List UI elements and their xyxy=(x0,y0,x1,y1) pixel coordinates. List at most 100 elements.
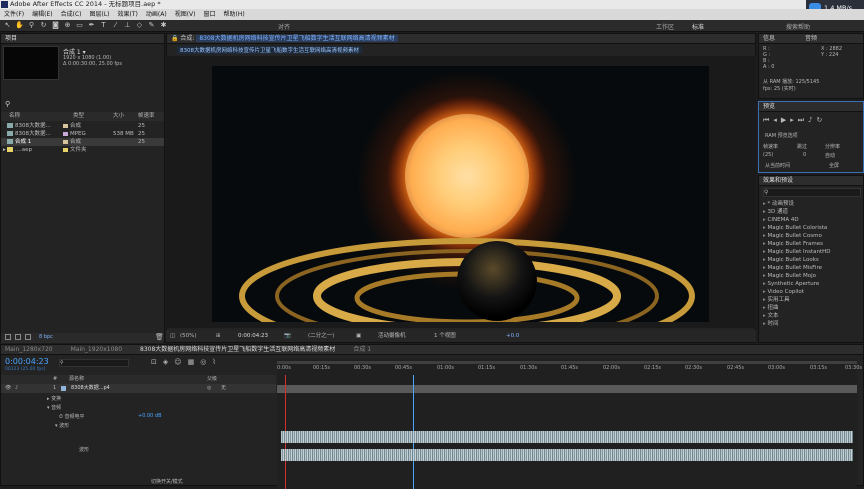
shy-icon[interactable]: ☺ xyxy=(174,358,187,366)
search-help-field[interactable]: 搜索帮助 xyxy=(786,22,810,31)
layer-row[interactable]: 👁 ♪ 1 8308大数据...p4 ◎ 无 xyxy=(1,384,276,393)
menu-window[interactable]: 窗口 xyxy=(199,9,219,20)
fullscreen-checkbox[interactable]: 全屏 xyxy=(829,162,839,169)
prop-transform[interactable]: ▸ 变换 xyxy=(47,395,85,404)
effects-tab[interactable]: 效果和预设 xyxy=(759,176,863,186)
safe-zones-icon[interactable]: ⊞ xyxy=(216,330,221,342)
from-current-time-checkbox[interactable]: 从当前时间 xyxy=(765,162,790,169)
list-item[interactable]: Magic Bullet Colorista xyxy=(759,224,863,232)
effects-search-input[interactable]: ⚲ xyxy=(763,188,861,197)
list-item[interactable]: 3D 通道 xyxy=(759,208,863,216)
rectangle-tool-icon[interactable]: ▭ xyxy=(75,21,84,30)
eye-icon[interactable]: 👁 xyxy=(5,384,11,393)
eraser-tool-icon[interactable]: ◇ xyxy=(135,21,144,30)
pen-tool-icon[interactable]: ✒ xyxy=(87,21,96,30)
timeline-current-time[interactable]: 0:00:04:23 xyxy=(5,357,49,366)
prop-audio-levels[interactable]: ⏱ 音频电平 xyxy=(47,413,85,422)
list-item[interactable]: Magic Bullet MisFire xyxy=(759,264,863,272)
time-ruler[interactable]: 0:00s 00:15s 00:30s 00:45s 01:00s 01:15s… xyxy=(277,365,862,373)
interpret-footage-icon[interactable] xyxy=(5,334,11,340)
snapshot-icon[interactable]: 📷 xyxy=(284,330,291,342)
resolution-select[interactable]: (二分之一) xyxy=(308,330,334,342)
tab-comp-1[interactable]: 合成 1 xyxy=(353,345,371,354)
ram-preview-options[interactable]: RAM 预览选项 xyxy=(765,132,798,139)
hand-tool-icon[interactable]: ✋ xyxy=(15,21,24,30)
puppet-tool-icon[interactable]: ✱ xyxy=(159,21,168,30)
menu-view[interactable]: 视图(V) xyxy=(171,9,200,20)
camera-tool-icon[interactable]: ◙ xyxy=(51,21,60,30)
list-item[interactable]: 合成 1 合成 25 xyxy=(1,138,164,146)
layer-name[interactable]: 8308大数据...p4 xyxy=(71,384,110,393)
views-select[interactable]: 1 个视图 xyxy=(434,330,456,342)
layer-bar[interactable] xyxy=(277,385,857,393)
prop-audio[interactable]: ▾ 音频 xyxy=(47,404,85,413)
pan-behind-tool-icon[interactable]: ⊕ xyxy=(63,21,72,30)
zoom-select[interactable]: (50%) xyxy=(180,330,197,342)
new-composition-icon[interactable] xyxy=(25,334,31,340)
list-item[interactable]: Magic Bullet Mojo xyxy=(759,272,863,280)
new-folder-icon[interactable] xyxy=(15,334,21,340)
col-type[interactable]: 类型 xyxy=(73,112,84,121)
list-item[interactable]: Magic Bullet InstantHD xyxy=(759,248,863,256)
zoom-tool-icon[interactable]: ⚲ xyxy=(27,21,36,30)
prop-waveform[interactable]: ▾ 波形 xyxy=(47,422,85,431)
frame-blending-icon[interactable]: ▦ xyxy=(188,358,201,366)
trash-icon[interactable]: 🗑 xyxy=(155,333,164,341)
rotate-tool-icon[interactable]: ↻ xyxy=(39,21,48,30)
menu-file[interactable]: 文件(F) xyxy=(0,9,28,20)
audio-level-value[interactable]: +0.00 dB xyxy=(138,413,162,419)
lock-icon[interactable]: 🔒 xyxy=(171,35,178,42)
list-item[interactable]: ▸ ....aep 文件夹 xyxy=(1,146,164,154)
roto-brush-tool-icon[interactable]: ✎ xyxy=(147,21,156,30)
col-size[interactable]: 大小 xyxy=(113,112,124,121)
timeline-search-input[interactable]: ⚲ xyxy=(59,359,129,367)
next-frame-icon[interactable]: ▸ xyxy=(790,116,798,124)
menu-edit[interactable]: 编辑(E) xyxy=(28,9,56,20)
draft-3d-icon[interactable]: ◈ xyxy=(163,358,174,366)
menu-composition[interactable]: 合成(C) xyxy=(57,9,86,20)
list-item[interactable]: Magic Bullet Cosmo xyxy=(759,232,863,240)
skip-select[interactable]: 0 xyxy=(803,152,806,158)
tab-main-1920[interactable]: Main_1920x1080 xyxy=(71,345,122,354)
folder-chevron-icon[interactable]: ▸ xyxy=(3,147,6,153)
col-parent[interactable]: 父级 xyxy=(207,375,217,384)
list-item[interactable]: 实用工具 xyxy=(759,296,863,304)
tab-info[interactable]: 信息 xyxy=(763,35,775,42)
parent-icon[interactable]: ◎ xyxy=(207,384,211,393)
prev-frame-icon[interactable]: ◂ xyxy=(773,116,781,124)
first-frame-icon[interactable]: ⏮ xyxy=(763,116,773,124)
col-name[interactable]: 名称 xyxy=(9,112,20,121)
menu-animation[interactable]: 动画(A) xyxy=(142,9,171,20)
tab-main-footage[interactable]: 8308大数据机房网络科技宣传片卫星飞船数字生活互联网络高清视频素材 xyxy=(140,345,335,354)
list-item[interactable]: 文本 xyxy=(759,312,863,320)
composition-tab-title[interactable]: 8308大数据机房网络科技宣传片卫星飞船数字生活互联网络高清视频素材 xyxy=(196,35,398,42)
list-item[interactable]: 8308大数据... 合成 25 xyxy=(1,122,164,130)
last-frame-icon[interactable]: ⏭ xyxy=(798,116,808,124)
audio-icon[interactable]: ♪ xyxy=(808,116,816,124)
parent-select[interactable]: 无 xyxy=(221,384,226,393)
list-item[interactable]: Magic Bullet Frames xyxy=(759,240,863,248)
list-item[interactable]: Magic Bullet Looks xyxy=(759,256,863,264)
exposure-value[interactable]: +0.0 xyxy=(506,330,519,342)
bpc-button[interactable]: 8 bpc xyxy=(39,334,53,340)
graph-editor-icon[interactable]: ⌇ xyxy=(212,358,221,366)
preview-tab[interactable]: 预览 xyxy=(759,102,863,112)
region-of-interest-icon[interactable]: ▣ xyxy=(356,330,361,342)
resolution-select-preview[interactable]: 自动 xyxy=(825,152,835,159)
workspace-select[interactable]: 标准 xyxy=(692,22,704,31)
menu-effect[interactable]: 效果(T) xyxy=(114,9,142,20)
col-source-name[interactable]: 源名称 xyxy=(69,375,84,384)
type-tool-icon[interactable]: T xyxy=(99,21,108,30)
list-item[interactable]: 扭曲 xyxy=(759,304,863,312)
selection-tool-icon[interactable]: ↖ xyxy=(3,21,12,30)
comp-sub-tab[interactable]: 8308大数据机房网络科技宣传片卫星飞船数字生活互联网络高清视频素材 xyxy=(177,46,362,54)
project-tab[interactable]: 项目 xyxy=(1,34,164,44)
tab-audio[interactable]: 音频 xyxy=(805,35,817,42)
col-fps[interactable]: 帧速率 xyxy=(138,112,155,121)
brush-tool-icon[interactable]: ⁄ xyxy=(111,21,120,30)
play-icon[interactable]: ▶ xyxy=(781,116,790,124)
timeline-track-area[interactable]: 0:00s 00:15s 00:30s 00:45s 01:00s 01:15s… xyxy=(277,359,862,489)
list-item[interactable]: 时间 xyxy=(759,320,863,328)
camera-select[interactable]: 活动摄像机 xyxy=(378,330,406,342)
loop-icon[interactable]: ↻ xyxy=(817,116,827,124)
